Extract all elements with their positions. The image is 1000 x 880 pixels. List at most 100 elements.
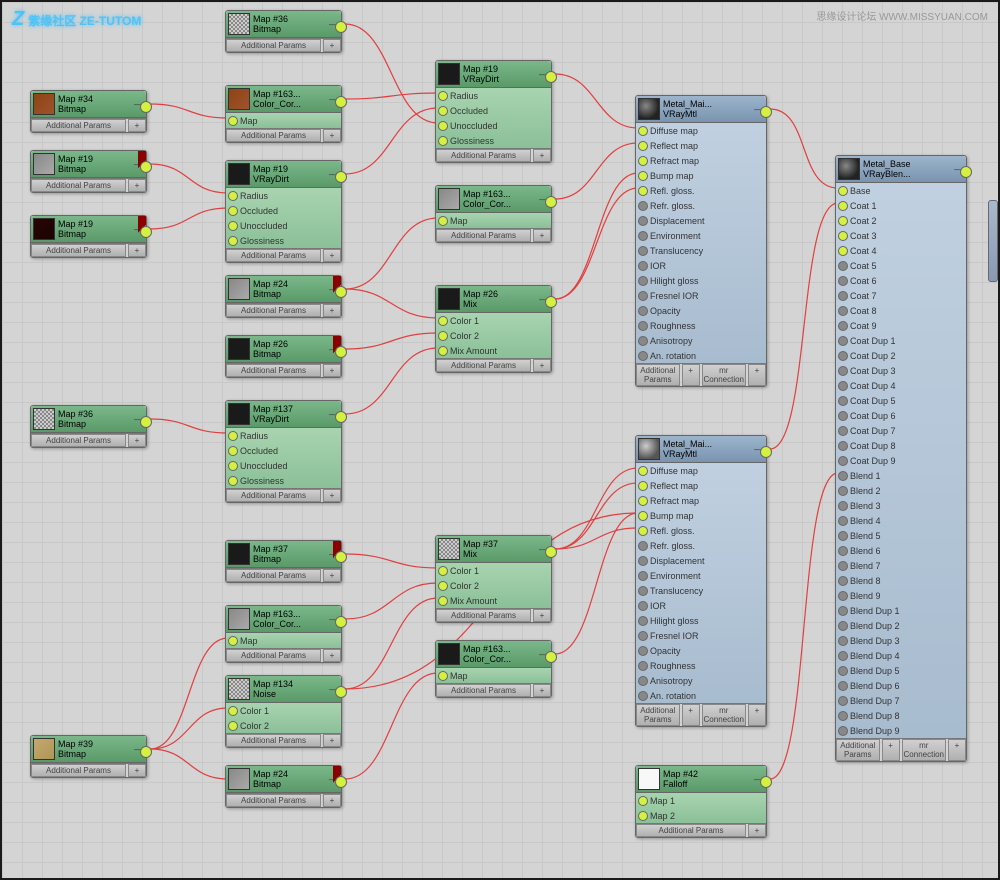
param-color-2[interactable]: Color 2 (436, 328, 551, 343)
input-port[interactable] (838, 186, 848, 196)
param-anisotropy[interactable]: Anisotropy (636, 673, 766, 688)
param-blend-4[interactable]: Blend 4 (836, 513, 966, 528)
input-port[interactable] (838, 246, 848, 256)
footer-additional[interactable]: Additional Params (31, 119, 126, 132)
input-port[interactable] (638, 661, 648, 671)
param-bump-map[interactable]: Bump map (636, 508, 766, 523)
input-port[interactable] (838, 591, 848, 601)
param-anisotropy[interactable]: Anisotropy (636, 333, 766, 348)
footer-plus[interactable]: + (682, 364, 700, 386)
param-ior[interactable]: IOR (636, 598, 766, 613)
input-port[interactable] (838, 486, 848, 496)
param-unoccluded[interactable]: Unoccluded (436, 118, 551, 133)
param-radius[interactable]: Radius (226, 188, 341, 203)
footer-plus[interactable]: + (323, 249, 341, 262)
param-coat-5[interactable]: Coat 5 (836, 258, 966, 273)
param-glossiness[interactable]: Glossiness (226, 233, 341, 248)
input-port[interactable] (228, 206, 238, 216)
input-port[interactable] (838, 666, 848, 676)
param-hilight-gloss[interactable]: Hilight gloss (636, 273, 766, 288)
input-port[interactable] (638, 321, 648, 331)
param-environment[interactable]: Environment (636, 228, 766, 243)
param-an-rotation[interactable]: An. rotation (636, 348, 766, 363)
footer-additional[interactable]: Additional Params (226, 364, 321, 377)
footer-additional[interactable]: Additional Params (226, 304, 321, 317)
param-fresnel-ior[interactable]: Fresnel IOR (636, 288, 766, 303)
node-header[interactable]: Map #24Bitmap— (226, 276, 341, 303)
param-coat-6[interactable]: Coat 6 (836, 273, 966, 288)
input-port[interactable] (438, 136, 448, 146)
param-displacement[interactable]: Displacement (636, 553, 766, 568)
footer-plus[interactable]: + (128, 179, 146, 192)
node-header[interactable]: Map #26Bitmap— (226, 336, 341, 363)
param-blend-dup-2[interactable]: Blend Dup 2 (836, 618, 966, 633)
param-blend-dup-7[interactable]: Blend Dup 7 (836, 693, 966, 708)
input-port[interactable] (838, 321, 848, 331)
footer-mr[interactable]: mr Connection (702, 364, 746, 386)
footer-additional[interactable]: Additional Params (636, 364, 680, 386)
input-port[interactable] (838, 231, 848, 241)
footer-plus[interactable]: + (323, 569, 341, 582)
input-port[interactable] (228, 706, 238, 716)
footer-additional[interactable]: Additional Params (836, 739, 880, 761)
output-port[interactable] (335, 346, 347, 358)
input-port[interactable] (228, 476, 238, 486)
input-port[interactable] (228, 721, 238, 731)
param-mix-amount[interactable]: Mix Amount (436, 593, 551, 608)
param-refl-gloss-[interactable]: Refl. gloss. (636, 523, 766, 538)
node-header[interactable]: Map #163...Color_Cor...— (226, 606, 341, 633)
output-port[interactable] (545, 546, 557, 558)
param-diffuse-map[interactable]: Diffuse map (636, 123, 766, 138)
node-n12[interactable]: Map #163...Color_Cor...—MapAdditional Pa… (225, 605, 342, 663)
param-blend-9[interactable]: Blend 9 (836, 588, 966, 603)
input-port[interactable] (438, 216, 448, 226)
input-port[interactable] (638, 156, 648, 166)
output-port[interactable] (140, 161, 152, 173)
param-color-2[interactable]: Color 2 (226, 718, 341, 733)
input-port[interactable] (838, 366, 848, 376)
output-port[interactable] (335, 286, 347, 298)
input-port[interactable] (638, 336, 648, 346)
output-port[interactable] (140, 416, 152, 428)
footer-additional[interactable]: Additional Params (636, 824, 746, 837)
param-coat-dup-1[interactable]: Coat Dup 1 (836, 333, 966, 348)
footer-plus[interactable]: + (128, 434, 146, 447)
footer-additional[interactable]: Additional Params (436, 609, 531, 622)
node-n22[interactable]: Metal_Mai...VRayMtl—Diffuse mapReflect m… (635, 435, 767, 727)
input-port[interactable] (838, 396, 848, 406)
param-unoccluded[interactable]: Unoccluded (226, 218, 341, 233)
node-n24[interactable]: Metal_BaseVRayBlen...—BaseCoat 1Coat 2Co… (835, 155, 967, 762)
output-port[interactable] (545, 651, 557, 663)
input-port[interactable] (438, 346, 448, 356)
param-map[interactable]: Map (436, 668, 551, 683)
input-port[interactable] (838, 546, 848, 556)
footer-plus[interactable]: + (323, 304, 341, 317)
param-refract-map[interactable]: Refract map (636, 493, 766, 508)
param-blend-dup-8[interactable]: Blend Dup 8 (836, 708, 966, 723)
input-port[interactable] (838, 516, 848, 526)
param-refl-gloss-[interactable]: Refl. gloss. (636, 183, 766, 198)
footer-plus[interactable]: + (323, 39, 341, 52)
input-port[interactable] (838, 336, 848, 346)
input-port[interactable] (838, 561, 848, 571)
param-opacity[interactable]: Opacity (636, 303, 766, 318)
param-coat-dup-5[interactable]: Coat Dup 5 (836, 393, 966, 408)
input-port[interactable] (638, 291, 648, 301)
input-port[interactable] (638, 616, 648, 626)
input-port[interactable] (638, 171, 648, 181)
param-bump-map[interactable]: Bump map (636, 168, 766, 183)
param-environment[interactable]: Environment (636, 568, 766, 583)
input-port[interactable] (838, 351, 848, 361)
node-n20[interactable]: Map #163...Color_Cor...—MapAdditional Pa… (435, 640, 552, 698)
input-port[interactable] (838, 426, 848, 436)
param-blend-7[interactable]: Blend 7 (836, 558, 966, 573)
input-port[interactable] (638, 676, 648, 686)
input-port[interactable] (438, 566, 448, 576)
param-translucency[interactable]: Translucency (636, 583, 766, 598)
param-blend-dup-6[interactable]: Blend Dup 6 (836, 678, 966, 693)
param-base[interactable]: Base (836, 183, 966, 198)
output-port[interactable] (760, 776, 772, 788)
input-port[interactable] (838, 531, 848, 541)
param-refr-gloss-[interactable]: Refr. gloss. (636, 198, 766, 213)
param-unoccluded[interactable]: Unoccluded (226, 458, 341, 473)
